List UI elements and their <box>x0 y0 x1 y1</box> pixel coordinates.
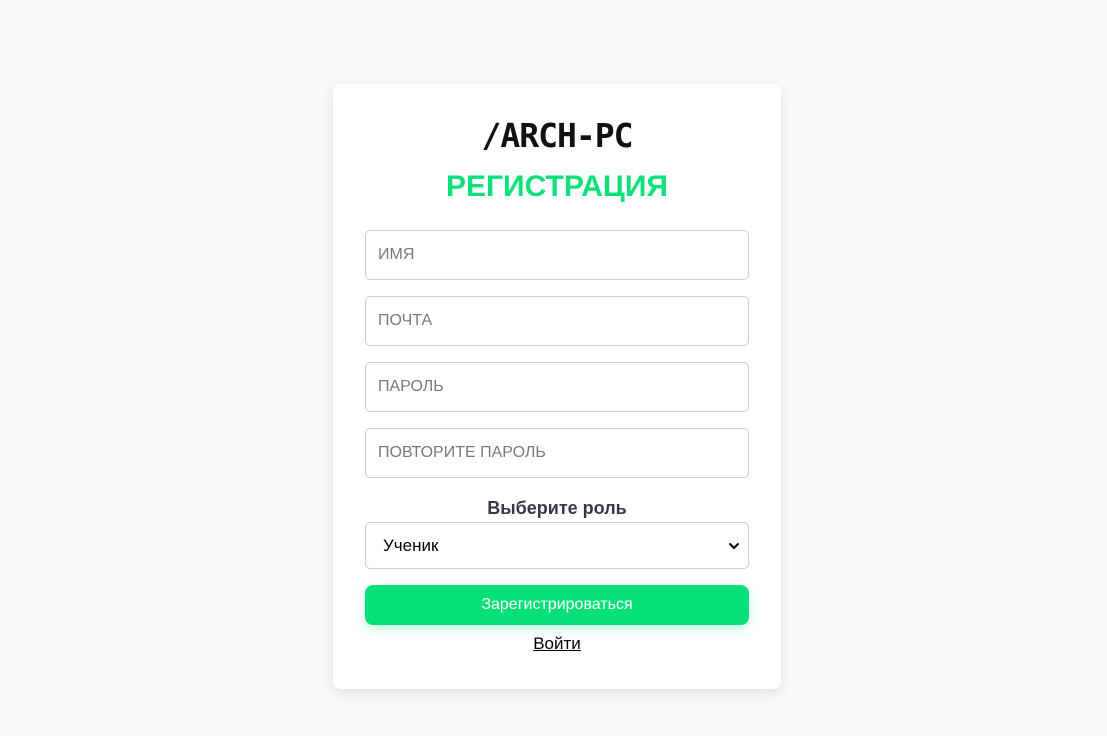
confirm-password-field[interactable] <box>365 428 749 478</box>
role-select[interactable]: Ученик <box>365 522 749 569</box>
name-field[interactable] <box>365 230 749 280</box>
register-button[interactable]: Зарегистрироваться <box>365 585 749 625</box>
page-title: РЕГИСТРАЦИЯ <box>446 170 668 203</box>
password-field[interactable] <box>365 362 749 412</box>
email-field[interactable] <box>365 296 749 346</box>
brand-logo: /ARCH-PC <box>481 116 634 155</box>
role-select-value: Ученик <box>383 536 439 555</box>
login-link-container: Войти <box>333 634 781 654</box>
registration-card: /ARCH-PC РЕГИСТРАЦИЯ Выберите роль Учени… <box>333 84 781 689</box>
chevron-down-icon <box>728 539 740 551</box>
login-link[interactable]: Войти <box>533 634 581 653</box>
role-label: Выберите роль <box>487 498 627 518</box>
